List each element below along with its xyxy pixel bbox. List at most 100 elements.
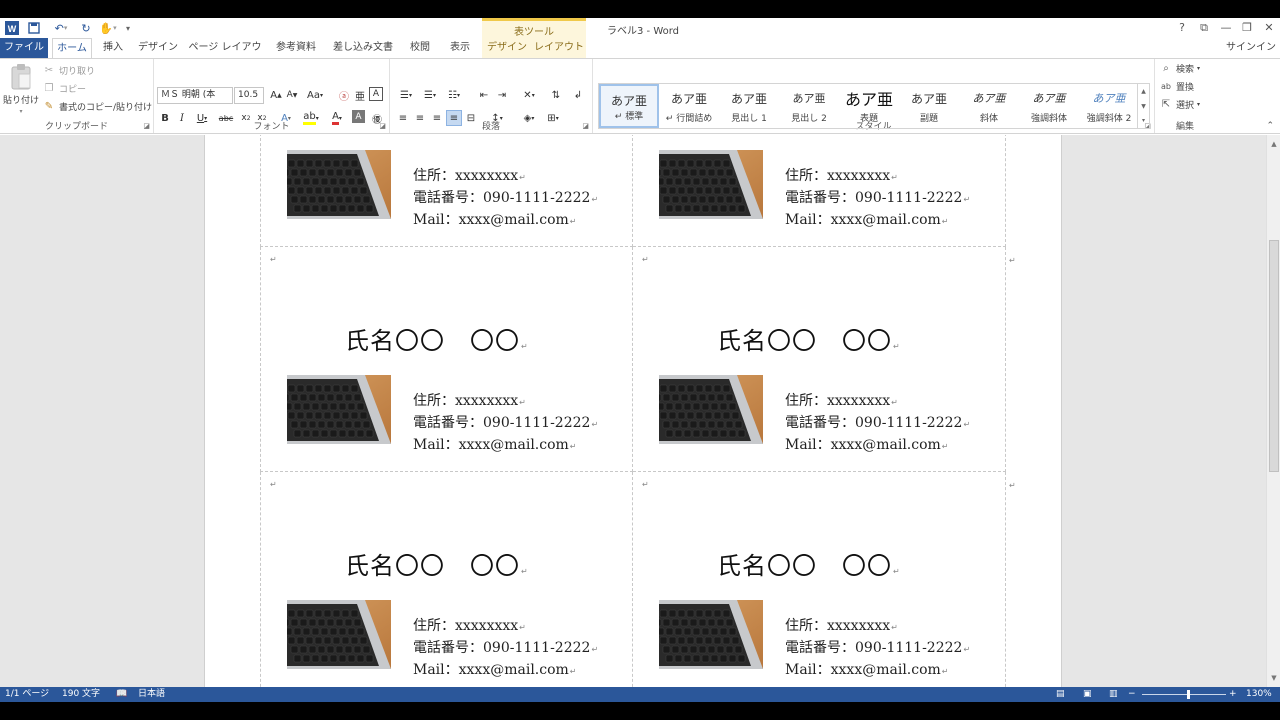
web-layout-icon[interactable]: ▥ (1109, 687, 1118, 702)
label-cell[interactable]: ↵ 氏名〇〇 〇〇↵ 住所：xxxxxxxx↵ 電話番号：090-1111-22… (633, 472, 1006, 687)
laptop-photo (659, 600, 763, 669)
tab-view[interactable]: 表示 (444, 38, 476, 58)
tab-insert[interactable]: 挿入 (98, 38, 128, 58)
scroll-up-icon[interactable]: ▲ (1267, 137, 1280, 151)
change-case-button[interactable]: Aa ▾ (304, 87, 326, 103)
zoom-in-button[interactable]: + (1229, 687, 1237, 702)
character-border-icon[interactable]: A (369, 87, 383, 101)
mail-line: Mail：xxxx@mail.com (785, 662, 941, 678)
cut-button[interactable]: ✂ 切り取り (42, 63, 95, 77)
contextual-group-label: 表ツール (514, 27, 554, 38)
grow-font-icon[interactable]: A ▲ (268, 87, 284, 103)
multilevel-list-icon[interactable]: ☷ ▾ (443, 87, 465, 103)
card-info: 住所：xxxxxxxx↵ 電話番号：090-1111-2222↵ Mail：xx… (413, 618, 599, 678)
font-size-combo[interactable]: 10.5 (234, 87, 264, 104)
clipboard-launcher-icon[interactable]: ◪ (143, 122, 150, 130)
copy-button[interactable]: ❐ コピー (42, 81, 87, 95)
minimize-button[interactable]: — (1218, 21, 1234, 35)
touch-mode-icon[interactable]: ✋ ▾ (98, 20, 118, 36)
label-cell[interactable]: 住所：xxxxxxxx↵ 電話番号：090-1111-2222↵ Mail：xx… (260, 135, 633, 247)
undo-icon[interactable]: ↶ ▾ (48, 20, 74, 36)
name-line: 氏名〇〇 〇〇↵ (717, 552, 901, 580)
phone-line: 電話番号：090-1111-2222 (785, 190, 963, 206)
style-emphasis[interactable]: あア亜 斜体 (959, 84, 1019, 128)
font-name-combo[interactable]: ＭＳ 明朝 (本 (157, 87, 233, 104)
redo-icon[interactable]: ↻ (78, 20, 94, 36)
find-button[interactable]: ⌕ 検索 ▾ (1159, 61, 1200, 75)
restore-button[interactable]: ❐ (1239, 21, 1255, 35)
tab-table-design[interactable]: デザイン (486, 38, 528, 58)
zoom-level[interactable]: 130% (1246, 687, 1272, 702)
sort-icon[interactable]: ⇅ (548, 87, 564, 103)
proofing-icon[interactable]: 📖 (116, 687, 127, 702)
numbering-icon[interactable]: ☰ ▾ (419, 87, 441, 103)
scroll-thumb[interactable] (1269, 240, 1279, 472)
tab-table-layout[interactable]: レイアウト (534, 38, 584, 58)
font-launcher-icon[interactable]: ◪ (379, 122, 386, 130)
style-sample: あア亜 (792, 92, 826, 105)
page-count[interactable]: 1/1 ページ (5, 687, 49, 702)
chevron-up-icon[interactable]: ▲ (1138, 84, 1149, 99)
zoom-slider[interactable] (1142, 690, 1226, 699)
increase-indent-icon[interactable]: ⇥ (494, 87, 510, 103)
shrink-font-icon[interactable]: A ▼ (284, 87, 300, 103)
read-mode-icon[interactable]: ▤ (1056, 687, 1065, 702)
replace-label: 置換 (1176, 82, 1195, 93)
tab-mailings[interactable]: 差し込み文書 (330, 38, 396, 58)
vertical-scrollbar[interactable]: ▲ ▼ (1266, 135, 1280, 687)
paste-button[interactable]: 貼り付け ▾ (3, 63, 39, 115)
gallery-more-icon[interactable]: ▾ (1138, 114, 1149, 128)
scroll-down-icon[interactable]: ▼ (1267, 671, 1280, 685)
word-count[interactable]: 190 文字 (62, 687, 100, 702)
collapse-ribbon-icon[interactable]: ⌃ (1266, 121, 1274, 131)
style-title[interactable]: あア亜 表題 (839, 84, 899, 128)
save-icon[interactable] (26, 20, 42, 36)
zoom-out-button[interactable]: − (1128, 687, 1136, 702)
tab-references[interactable]: 参考資料 (270, 38, 322, 58)
font-group-label: フォント (253, 122, 290, 132)
phonetic-guide-icon[interactable]: 亜 (352, 87, 368, 103)
style-name: 斜体 (979, 114, 998, 124)
bullets-icon[interactable]: ☰ ▾ (395, 87, 417, 103)
style-subtitle[interactable]: あア亜 副題 (899, 84, 959, 128)
label-cell[interactable]: ↵ 氏名〇〇 〇〇↵ 住所：xxxxxxxx↵ 電話番号：090-1111-22… (260, 472, 633, 687)
sign-in-link[interactable]: サインイン (1226, 38, 1276, 58)
style-heading-1[interactable]: あア亜 見出し 1 (719, 84, 779, 128)
ribbon-display-options-button[interactable]: ⧉ (1196, 21, 1212, 35)
style-gallery-scroll[interactable]: ▲ ▼ ▾ (1138, 83, 1150, 129)
label-cell[interactable]: ↵ 氏名〇〇 〇〇↵ 住所：xxxxxxxx↵ 電話番号：090-1111-22… (260, 247, 633, 472)
style-no-spacing[interactable]: あア亜 ↵ 行間詰め (659, 84, 719, 128)
style-name: 見出し 2 (791, 114, 827, 124)
customize-qat-icon[interactable]: ▾ (122, 20, 134, 36)
zoom-slider-thumb[interactable] (1187, 690, 1191, 699)
style-normal[interactable]: あア亜 ↵ 標準 (599, 84, 659, 128)
style-heading-2[interactable]: あア亜 見出し 2 (779, 84, 839, 128)
card-info: 住所：xxxxxxxx↵ 電話番号：090-1111-2222↵ Mail：xx… (785, 168, 971, 228)
replace-icon: ab (1161, 81, 1171, 91)
tab-review[interactable]: 校閲 (404, 38, 436, 58)
style-intense-emphasis-2[interactable]: あア亜 強調斜体 2 (1079, 84, 1139, 128)
tab-page-layout[interactable]: ページ レイアウト (188, 38, 262, 72)
tab-home[interactable]: ホーム (52, 38, 92, 59)
style-name: 強調斜体 (1030, 114, 1067, 124)
format-painter-button[interactable]: ✎ 書式のコピー/貼り付け (42, 99, 152, 113)
replace-button[interactable]: ab 置換 (1159, 79, 1194, 93)
tab-file[interactable]: ファイル (0, 38, 48, 58)
decrease-indent-icon[interactable]: ⇤ (476, 87, 492, 103)
select-button[interactable]: ⇱ 選択 ▾ (1159, 97, 1200, 111)
print-layout-icon[interactable]: ▣ (1083, 687, 1092, 702)
show-marks-icon[interactable]: ↲ (570, 87, 586, 103)
word-app-icon[interactable]: W (4, 20, 20, 36)
tab-design[interactable]: デザイン (136, 38, 180, 58)
style-intense-emphasis[interactable]: あア亜 強調斜体 (1019, 84, 1079, 128)
label-cell[interactable]: 住所：xxxxxxxx↵ 電話番号：090-1111-2222↵ Mail：xx… (633, 135, 1006, 247)
help-button[interactable]: ? (1174, 21, 1190, 35)
label-cell[interactable]: ↵ 氏名〇〇 〇〇↵ 住所：xxxxxxxx↵ 電話番号：090-1111-22… (633, 247, 1006, 472)
close-button[interactable]: ✕ (1261, 21, 1277, 35)
language[interactable]: 日本語 (138, 687, 165, 702)
paragraph-launcher-icon[interactable]: ◪ (582, 122, 589, 130)
text-direction-icon[interactable]: ✕ ▾ (518, 87, 540, 103)
chevron-down-icon[interactable]: ▼ (1138, 99, 1149, 114)
mail-line: Mail：xxxx@mail.com (785, 212, 941, 228)
clear-formatting-icon[interactable]: ⓐ (336, 87, 352, 103)
